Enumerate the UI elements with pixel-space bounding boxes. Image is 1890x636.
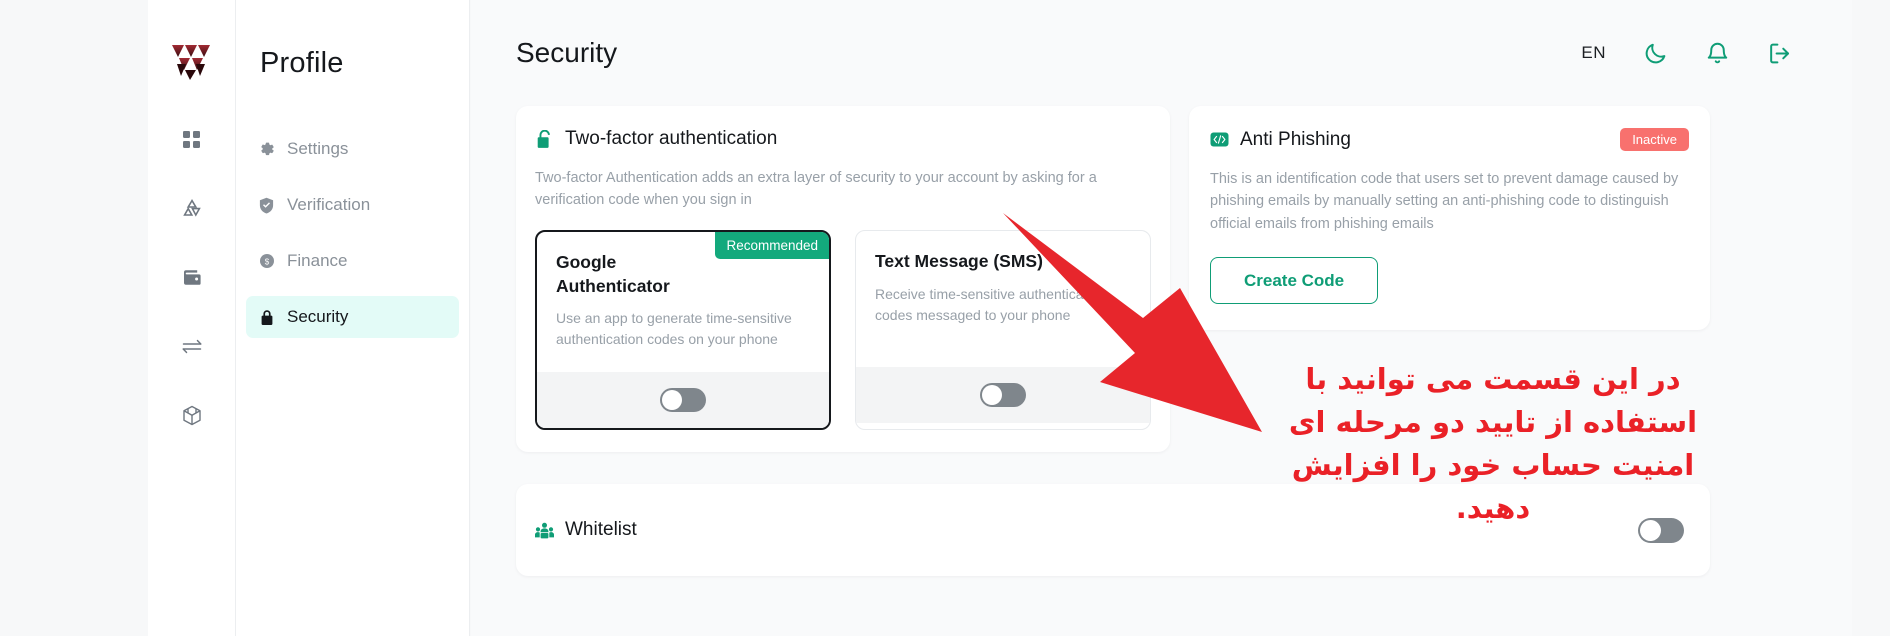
dollar-coin-icon: $ — [258, 253, 275, 270]
google-authenticator-toggle[interactable] — [660, 388, 706, 413]
two-factor-description: Two-factor Authentication adds an extra … — [535, 170, 1097, 209]
main-content: Security EN Two-factor authentication Tw… — [471, 0, 1852, 636]
sidebar-item-security[interactable]: Security — [246, 296, 459, 338]
triangle-cycle-icon[interactable] — [179, 195, 205, 221]
topbar-actions: EN — [1581, 40, 1792, 66]
two-factor-header: Two-factor authentication — [535, 128, 1151, 150]
status-badge: Inactive — [1620, 128, 1689, 151]
anti-phishing-title: Anti Phishing — [1240, 128, 1351, 150]
option-google-authenticator[interactable]: Recommended Google Authenticator Use an … — [535, 229, 831, 431]
sidebar-item-label: Settings — [287, 139, 349, 158]
whitelist-toggle[interactable] — [1638, 517, 1684, 543]
lock-open-icon — [535, 129, 554, 149]
two-factor-title: Two-factor authentication — [565, 128, 778, 149]
brand-logo[interactable] — [169, 38, 215, 82]
whitelist-header: Whitelist — [535, 519, 637, 541]
grid-icon[interactable] — [179, 126, 205, 152]
wallet-icon[interactable] — [179, 264, 205, 290]
sms-toggle[interactable] — [980, 382, 1026, 407]
code-badge-icon — [1210, 130, 1229, 149]
page-gutter-left — [0, 0, 148, 636]
anti-phishing-header: Anti Phishing Inactive — [1210, 128, 1689, 151]
sidebar-item-label: Finance — [287, 251, 348, 270]
sidebar-nav: Settings Verification $ Finance Security — [236, 128, 469, 338]
recommended-badge: Recommended — [715, 231, 829, 260]
logout-icon[interactable] — [1766, 40, 1792, 66]
security-cards-row: Two-factor authentication Two-factor Aut… — [471, 106, 1852, 453]
toggle-knob — [662, 390, 682, 411]
users-group-icon — [535, 521, 554, 540]
profile-sidebar: Profile Settings Verification $ Finance … — [236, 0, 470, 636]
option-footer — [537, 372, 829, 429]
sidebar-title: Profile — [260, 47, 344, 79]
anti-phishing-card: Anti Phishing Inactive This is an identi… — [1189, 106, 1710, 331]
option-body: Text Message (SMS) Receive time-sensitiv… — [856, 231, 1150, 367]
exchange-arrows-icon[interactable] — [179, 333, 205, 359]
option-text-message-sms[interactable]: Text Message (SMS) Receive time-sensitiv… — [855, 229, 1151, 431]
shield-icon — [258, 197, 275, 214]
option-description: Use an app to generate time-sensitive au… — [556, 310, 792, 348]
cube-icon[interactable] — [179, 402, 205, 428]
option-footer — [856, 366, 1150, 423]
bell-icon[interactable] — [1704, 40, 1730, 66]
option-title: Google Authenticator — [556, 251, 670, 296]
whitelist-card: Whitelist — [516, 484, 1710, 577]
page-title: Security — [516, 37, 618, 68]
toggle-knob — [982, 384, 1002, 405]
gear-icon — [258, 141, 275, 158]
topbar: Security EN — [471, 0, 1852, 106]
create-code-button[interactable]: Create Code — [1210, 257, 1379, 305]
sidebar-item-finance[interactable]: $ Finance — [246, 240, 459, 282]
two-factor-options: Recommended Google Authenticator Use an … — [535, 229, 1151, 431]
anti-phishing-description: This is an identification code that user… — [1210, 171, 1679, 232]
sidebar-item-settings[interactable]: Settings — [246, 128, 459, 170]
option-title: Text Message (SMS) — [875, 250, 1043, 271]
moon-icon[interactable] — [1642, 40, 1668, 66]
two-factor-card: Two-factor authentication Two-factor Aut… — [516, 106, 1170, 453]
rail-item-list — [179, 126, 205, 428]
sidebar-item-verification[interactable]: Verification — [246, 184, 459, 226]
sidebar-item-label: Verification — [287, 195, 371, 214]
whitelist-title: Whitelist — [565, 519, 637, 541]
language-switch[interactable]: EN — [1581, 43, 1606, 63]
svg-text:$: $ — [264, 257, 269, 266]
sidebar-item-label: Security — [287, 307, 349, 326]
option-description: Receive time-sensitive authentication co… — [875, 285, 1107, 323]
page-gutter-right — [1852, 0, 1890, 636]
lock-icon — [258, 309, 275, 326]
icon-rail — [148, 0, 236, 636]
app-root: Profile Settings Verification $ Finance … — [0, 0, 1890, 636]
toggle-knob — [1640, 519, 1661, 541]
